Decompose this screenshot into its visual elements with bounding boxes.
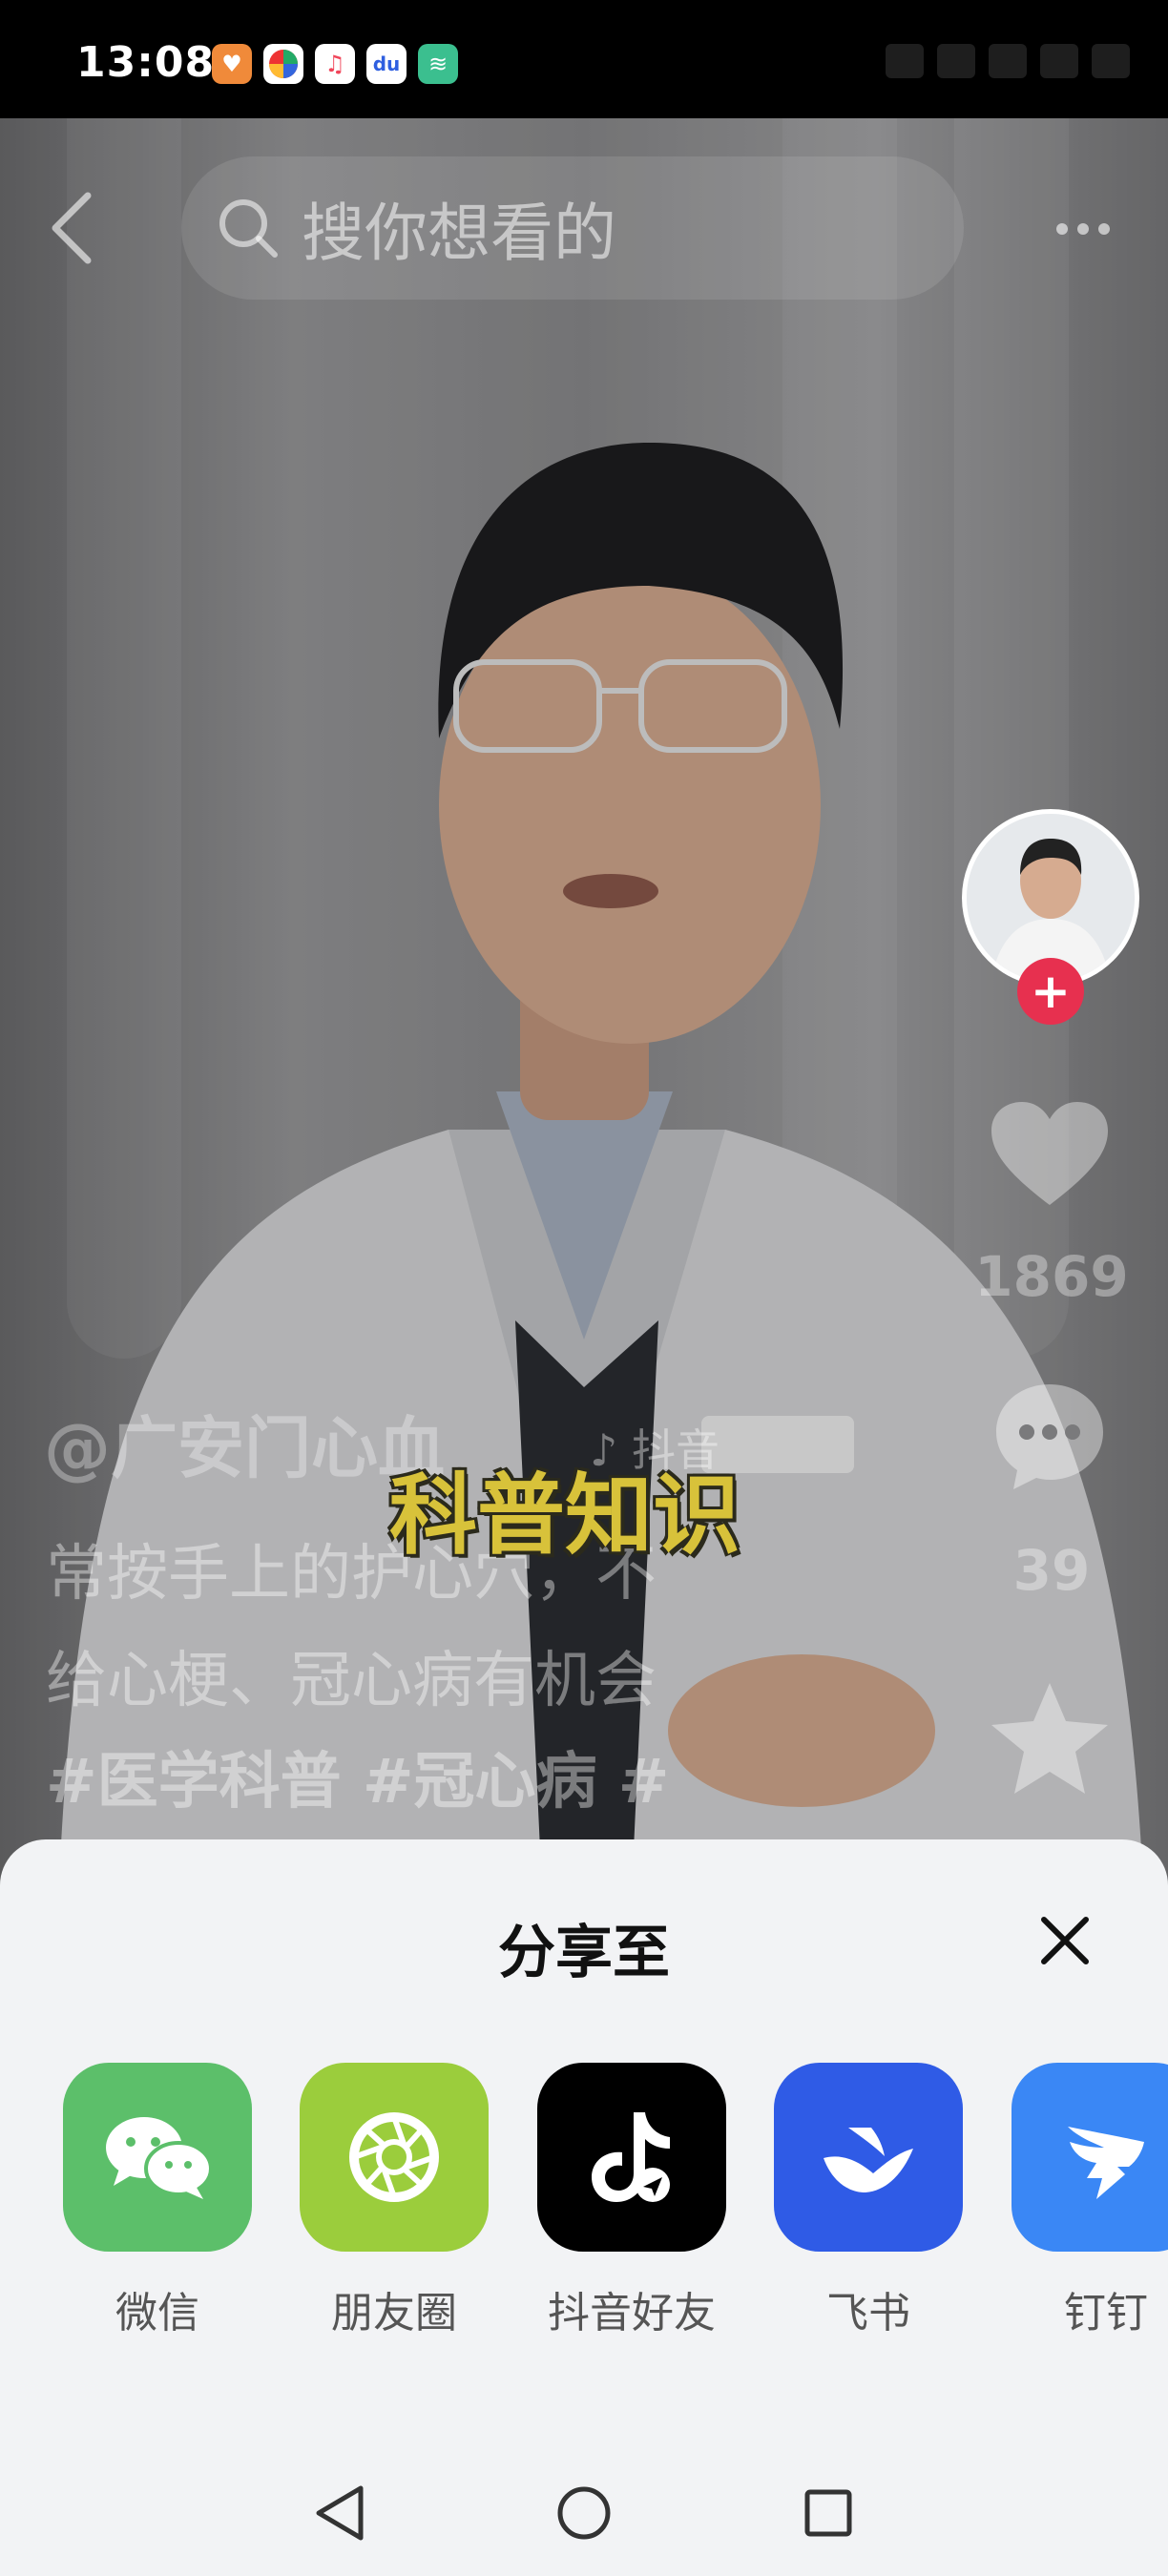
comment-icon [996, 1384, 1103, 1489]
back-button[interactable] [38, 176, 105, 280]
close-icon [1041, 1917, 1089, 1964]
author-name[interactable]: @广安门心血 [44, 1395, 445, 1491]
status-app-icons: ♥ ♫ du ≋ [212, 44, 458, 84]
system-navigation-bar [0, 2442, 1168, 2576]
share-target-dingtalk[interactable]: 钉钉 [987, 2063, 1168, 2339]
health-app-icon: ♥ [212, 44, 252, 84]
status-indicators [886, 44, 1130, 78]
star-icon [991, 1683, 1108, 1794]
baidu-app-icon: du [366, 44, 407, 84]
comment-button[interactable] [983, 1374, 1116, 1498]
dingtalk-icon [1012, 2063, 1168, 2252]
music-app-icon: ♫ [315, 44, 355, 84]
caption-line: 给心梗、冠心病有机会 [46, 1646, 657, 1716]
share-target-douyin-friends[interactable]: 抖音好友 [512, 2063, 751, 2339]
square-recents-icon [804, 2489, 852, 2537]
doctor-avatar-image [967, 814, 1135, 982]
like-count: 1869 [974, 1244, 1129, 1309]
douyin-icon [537, 2063, 726, 2252]
share-target-moments[interactable]: 朋友圈 [275, 2063, 513, 2339]
share-label: 微信 [115, 2289, 199, 2337]
wechat-icon [63, 2063, 252, 2252]
search-input[interactable]: 搜你想看的 [181, 156, 964, 300]
feishu-icon [774, 2063, 963, 2252]
close-button[interactable] [1031, 1906, 1099, 1975]
moments-icon [300, 2063, 489, 2252]
nav-home-button[interactable] [536, 2465, 632, 2561]
share-label: 钉钉 [1064, 2289, 1148, 2337]
chevron-left-icon [52, 192, 92, 264]
share-targets: 微信 朋友圈 抖音好友 飞书 钉钉 [0, 2063, 1168, 2349]
nav-back-button[interactable] [292, 2465, 387, 2561]
wifi-app-icon: ≋ [418, 44, 458, 84]
burned-in-subtitle: 科普知识 [389, 1465, 741, 1567]
share-label: 抖音好友 [548, 2289, 716, 2337]
search-icon [210, 190, 286, 266]
follow-button[interactable]: + [1017, 958, 1084, 1025]
video-hashtags[interactable]: #医学科普 #冠心病 # [46, 1733, 669, 1820]
share-label: 朋友圈 [331, 2289, 457, 2337]
share-target-feishu[interactable]: 飞书 [749, 2063, 988, 2339]
share-target-wechat[interactable]: 微信 [38, 2063, 277, 2339]
share-label: 飞书 [826, 2289, 910, 2337]
heart-icon [991, 1102, 1108, 1205]
share-sheet-title: 分享至 [498, 1920, 670, 1986]
nav-recents-button[interactable] [781, 2465, 876, 2561]
like-button[interactable] [983, 1091, 1116, 1215]
status-bar: 13:08 ♥ ♫ du ≋ [0, 0, 1168, 118]
status-time: 13:08 [76, 38, 216, 87]
favorite-button[interactable] [983, 1672, 1116, 1805]
comment-count: 39 [1012, 1538, 1091, 1603]
circle-home-icon [557, 2486, 611, 2540]
triangle-back-icon [316, 2485, 364, 2541]
more-options-button[interactable] [1040, 191, 1126, 267]
search-placeholder: 搜你想看的 [302, 197, 616, 270]
photos-app-icon [263, 44, 303, 84]
